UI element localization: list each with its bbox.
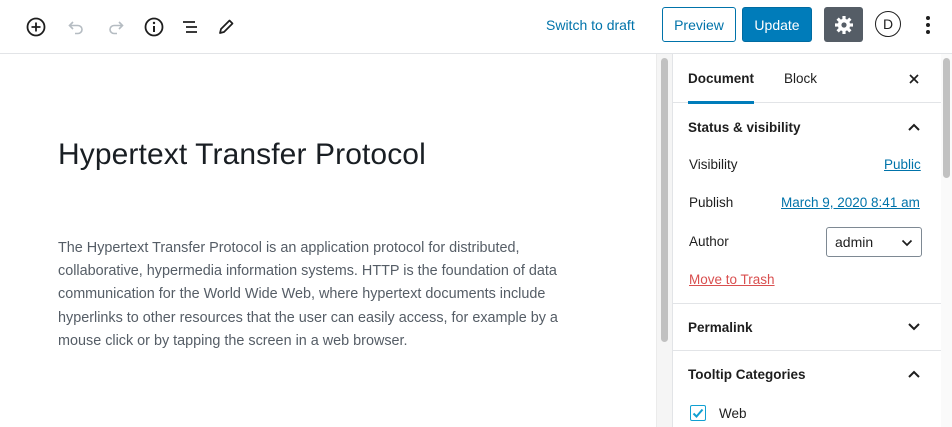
chevron-down-icon bbox=[901, 239, 913, 247]
author-label: Author bbox=[689, 234, 729, 249]
chevron-up-icon bbox=[908, 123, 920, 131]
more-vertical-icon[interactable] bbox=[916, 11, 940, 39]
panel-title: Status & visibility bbox=[688, 120, 801, 135]
author-select-value: admin bbox=[835, 234, 874, 250]
editor-scrollbar-thumb[interactable] bbox=[661, 58, 668, 342]
category-label-web: Web bbox=[719, 406, 747, 421]
gear-icon bbox=[834, 15, 853, 34]
author-select[interactable]: admin bbox=[826, 227, 922, 257]
tab-document[interactable]: Document bbox=[688, 54, 755, 104]
redo-icon[interactable] bbox=[100, 11, 132, 43]
edit-icon[interactable] bbox=[210, 11, 242, 43]
update-button[interactable]: Update bbox=[742, 7, 812, 42]
avatar[interactable]: D bbox=[875, 11, 901, 37]
paragraph-block[interactable]: The Hypertext Transfer Protocol is an ap… bbox=[58, 237, 583, 353]
settings-sidebar: Document Block Status & visibility Visib… bbox=[672, 54, 952, 427]
sidebar-tabs: Document Block bbox=[673, 54, 952, 104]
checkmark-icon bbox=[692, 408, 704, 418]
visibility-link[interactable]: Public bbox=[884, 157, 921, 172]
block-navigation-icon[interactable] bbox=[174, 11, 206, 43]
info-icon[interactable] bbox=[138, 11, 170, 43]
permalink-panel-toggle[interactable]: Permalink bbox=[673, 304, 952, 351]
editor-canvas: Hypertext Transfer Protocol The Hypertex… bbox=[0, 54, 656, 427]
tab-block[interactable]: Block bbox=[784, 54, 817, 103]
move-to-trash-link[interactable]: Move to Trash bbox=[689, 272, 775, 287]
tooltip-categories-panel-toggle[interactable]: Tooltip Categories bbox=[673, 351, 952, 398]
post-title[interactable]: Hypertext Transfer Protocol bbox=[58, 138, 426, 172]
chevron-down-icon bbox=[908, 323, 920, 331]
sidebar-scrollbar-thumb[interactable] bbox=[943, 58, 950, 178]
undo-icon[interactable] bbox=[60, 11, 92, 43]
close-icon[interactable] bbox=[904, 69, 924, 89]
chevron-up-icon bbox=[908, 370, 920, 378]
editor-scrollbar[interactable] bbox=[656, 54, 672, 427]
sidebar-scrollbar[interactable] bbox=[941, 54, 952, 427]
preview-button[interactable]: Preview bbox=[662, 7, 736, 42]
category-checkbox-web[interactable] bbox=[690, 405, 706, 421]
switch-to-draft-button[interactable]: Switch to draft bbox=[538, 8, 643, 42]
status-visibility-panel-toggle[interactable]: Status & visibility bbox=[673, 104, 952, 151]
editor-header: Switch to draft Preview Update D bbox=[0, 0, 952, 54]
panel-title: Tooltip Categories bbox=[688, 367, 806, 382]
publish-label: Publish bbox=[689, 195, 734, 210]
panel-title: Permalink bbox=[688, 320, 753, 335]
add-block-icon[interactable] bbox=[20, 11, 52, 43]
publish-date-link[interactable]: March 9, 2020 8:41 am bbox=[781, 195, 920, 210]
visibility-label: Visibility bbox=[689, 157, 738, 172]
settings-button[interactable] bbox=[824, 7, 863, 42]
